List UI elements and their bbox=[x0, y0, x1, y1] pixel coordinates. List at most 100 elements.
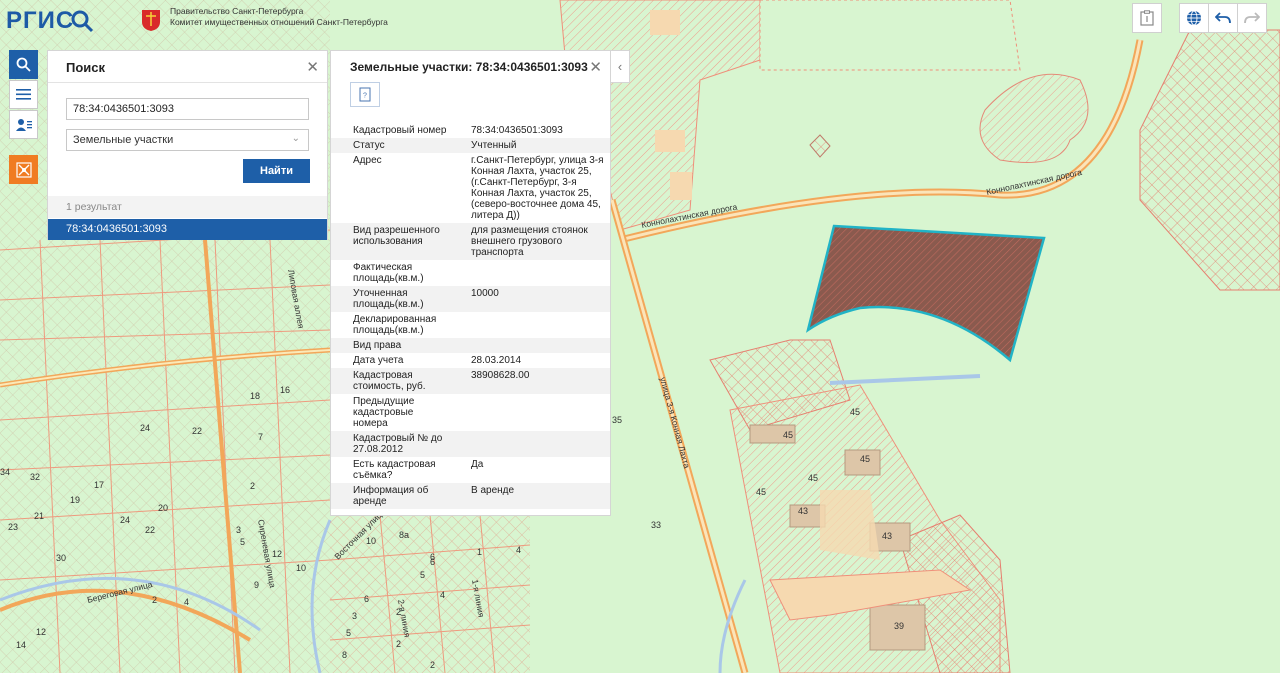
layer-select[interactable]: Земельные участки ⌄ bbox=[66, 129, 309, 151]
redo-icon bbox=[1244, 12, 1260, 24]
svg-text:?: ? bbox=[363, 93, 367, 100]
attribute-row: Фактическая площадь(кв.м.) bbox=[331, 260, 610, 286]
attribute-row: Вид права bbox=[331, 338, 610, 353]
house-number-label: 32 bbox=[30, 472, 40, 482]
menu-button[interactable] bbox=[9, 80, 38, 109]
chevron-down-icon: ⌄ bbox=[291, 133, 300, 144]
attribute-key: Предыдущие кадастровые номера bbox=[353, 396, 415, 429]
attribute-key: Адрес bbox=[353, 155, 382, 166]
house-number-label: 16 bbox=[280, 385, 290, 395]
attribute-key: Кадастровый № до 27.08.2012 bbox=[353, 433, 443, 455]
document-button[interactable]: ? bbox=[350, 82, 380, 107]
rgis-logo[interactable]: РГИС bbox=[6, 4, 94, 38]
house-number-label: 17 bbox=[94, 480, 104, 490]
house-number-label: 3 bbox=[236, 525, 241, 535]
cadastral-number-input[interactable] bbox=[66, 98, 309, 120]
attribute-key: Вид разрешенного использования bbox=[353, 225, 440, 247]
house-number-label: 2 bbox=[396, 639, 401, 649]
find-button[interactable]: Найти bbox=[243, 159, 310, 183]
attribute-row: Статус Учтенный bbox=[331, 138, 610, 153]
house-number-label: 8a bbox=[399, 530, 409, 540]
attribute-row: Кадастровая стоимость, руб. 38908628.00 bbox=[331, 368, 610, 394]
house-number-label: 4 bbox=[516, 545, 521, 555]
house-number-label: 5 bbox=[346, 628, 351, 638]
house-number-label: 12 bbox=[272, 549, 282, 559]
house-number-label: 2 bbox=[152, 595, 157, 605]
close-icon[interactable]: ✕ bbox=[306, 58, 319, 76]
house-number-label: 24 bbox=[140, 423, 150, 433]
attribute-row: Уточненная площадь(кв.м.) 10000 bbox=[331, 286, 610, 312]
close-icon[interactable]: ✕ bbox=[589, 58, 602, 76]
house-number-label: 8 bbox=[342, 650, 347, 660]
attribute-key: Уточненная площадь(кв.м.) bbox=[353, 288, 424, 310]
house-number-label: 10 bbox=[366, 536, 376, 546]
attribute-value: Учтенный bbox=[471, 140, 517, 151]
house-number-label: 5 bbox=[420, 570, 425, 580]
layers-emblem-button[interactable] bbox=[9, 155, 38, 184]
house-number-label: 45 bbox=[850, 407, 860, 417]
gov-line-2: Комитет имущественных отношений Санкт-Пе… bbox=[170, 17, 388, 27]
house-number-label: 1 bbox=[477, 547, 482, 557]
search-panel: Поиск ✕ Земельные участки ⌄ Найти 1 резу… bbox=[47, 50, 328, 240]
attribute-key: Статус bbox=[353, 140, 385, 151]
house-number-label: 43 bbox=[882, 531, 892, 541]
attribute-row: Есть кадастровая съёмка? Да bbox=[331, 457, 610, 483]
redo-button[interactable] bbox=[1237, 3, 1267, 33]
house-number-label: 18 bbox=[250, 391, 260, 401]
house-number-label: 23 bbox=[8, 522, 18, 532]
undo-button[interactable] bbox=[1208, 3, 1238, 33]
attribute-key: Информация об аренде bbox=[353, 485, 429, 507]
menu-icon bbox=[16, 89, 31, 100]
house-number-label: 14 bbox=[16, 640, 26, 650]
parcel-info-title: Земельные участки: 78:34:0436501:3093 bbox=[350, 60, 588, 74]
attribute-row: Дата учета 28.03.2014 bbox=[331, 353, 610, 368]
house-number-label: 6 bbox=[364, 594, 369, 604]
house-number-label: 2 bbox=[396, 607, 401, 617]
layer-select-value: Земельные участки bbox=[73, 134, 174, 146]
house-number-label: 9 bbox=[254, 580, 259, 590]
attribute-value: Да bbox=[471, 459, 484, 470]
city-emblem-icon bbox=[15, 161, 32, 178]
house-number-label: 21 bbox=[34, 511, 44, 521]
attribute-row: Адрес г.Санкт-Петербург, улица 3-я Конная… bbox=[331, 153, 610, 223]
house-number-label: 45 bbox=[783, 430, 793, 440]
undo-icon bbox=[1215, 12, 1231, 24]
parcel-info-panel: Земельные участки: 78:34:0436501:3093 ✕ … bbox=[330, 50, 611, 516]
attribute-value: 78:34:0436501:3093 bbox=[471, 125, 563, 136]
search-result-item[interactable]: 78:34:0436501:3093 bbox=[48, 219, 327, 240]
magnifier-logo-icon bbox=[71, 10, 94, 33]
attribute-row: Информация об аренде В аренде bbox=[331, 483, 610, 509]
search-tool-button[interactable] bbox=[9, 50, 38, 79]
attribute-key: Вид права bbox=[353, 340, 402, 351]
spb-emblem-icon bbox=[142, 10, 160, 31]
house-number-label: 39 bbox=[894, 621, 904, 631]
globe-icon bbox=[1187, 10, 1201, 26]
attribute-row: Кадастровый номер 78:34:0436501:3093 bbox=[331, 123, 610, 138]
clipboard-button[interactable] bbox=[1132, 3, 1162, 33]
house-number-label: 20 bbox=[158, 503, 168, 513]
gov-line-1: Правительство Санкт-Петербурга bbox=[170, 6, 304, 16]
attribute-key: Кадастровая стоимость, руб. bbox=[353, 370, 426, 392]
attribute-value: для размещения стоянок внешнего грузовог… bbox=[471, 225, 588, 258]
house-number-label: 3 bbox=[352, 611, 357, 621]
collapse-panel-button[interactable]: ‹ bbox=[611, 50, 630, 83]
house-number-label: 33 bbox=[651, 520, 661, 530]
attribute-key: Есть кадастровая съёмка? bbox=[353, 459, 436, 481]
results-count: 1 результат bbox=[48, 196, 327, 218]
house-number-label: 22 bbox=[145, 525, 155, 535]
attribute-row: Кадастровый № до 27.08.2012 bbox=[331, 431, 610, 457]
house-number-label: 19 bbox=[70, 495, 80, 505]
house-number-label: 2 bbox=[250, 481, 255, 491]
attribute-value: 28.03.2014 bbox=[471, 355, 522, 366]
attribute-key: Фактическая площадь(кв.м.) bbox=[353, 262, 424, 284]
attribute-value bbox=[449, 396, 610, 429]
attribute-value: В аренде bbox=[471, 485, 515, 496]
house-number-label: 7 bbox=[258, 432, 263, 442]
globe-button[interactable] bbox=[1179, 3, 1209, 33]
house-number-label: 24 bbox=[120, 515, 130, 525]
house-number-label: 2 bbox=[430, 660, 435, 670]
house-number-label: 45 bbox=[808, 473, 818, 483]
attribute-value bbox=[449, 433, 610, 455]
house-number-label: 4 bbox=[440, 590, 445, 600]
user-list-button[interactable] bbox=[9, 110, 38, 139]
